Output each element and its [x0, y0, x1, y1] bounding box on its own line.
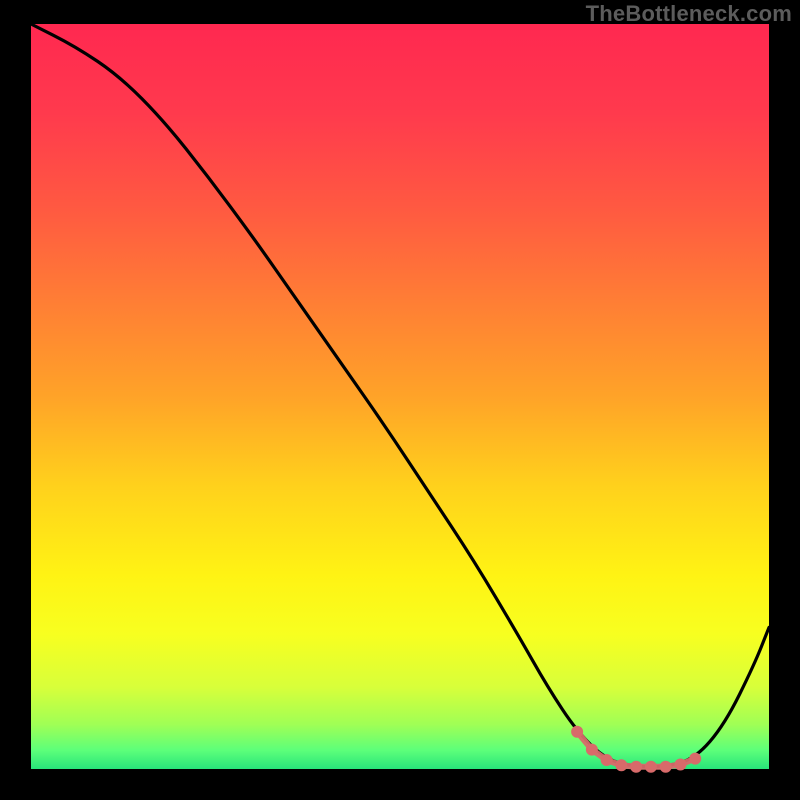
valley-marker [572, 726, 583, 737]
bottleneck-chart [0, 0, 800, 800]
valley-marker [616, 760, 627, 771]
valley-marker [631, 761, 642, 772]
valley-marker [601, 755, 612, 766]
watermark-text: TheBottleneck.com [586, 1, 792, 27]
valley-marker [586, 744, 597, 755]
chart-stage: TheBottleneck.com [0, 0, 800, 800]
valley-marker [645, 761, 656, 772]
plot-background [31, 24, 769, 769]
valley-marker [660, 761, 671, 772]
valley-marker [690, 753, 701, 764]
valley-marker [675, 759, 686, 770]
